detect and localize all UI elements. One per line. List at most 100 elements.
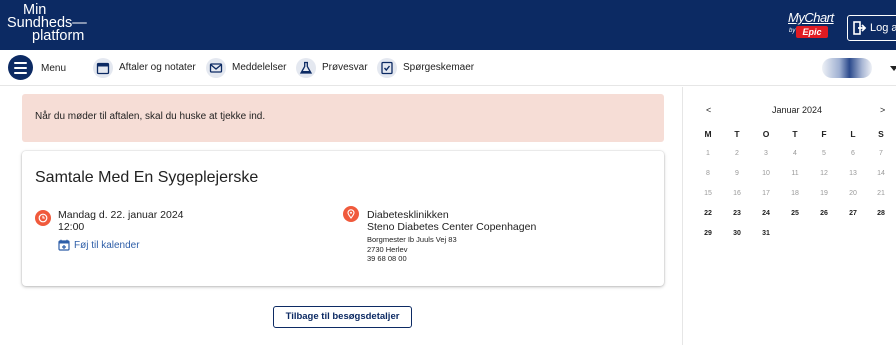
calendar-weekday: O [762,129,770,139]
address-line-2: 2730 Herlev [367,244,408,254]
by-label: by [789,28,796,34]
calendar-week-row: 22 23 24 25 26 27 28 [693,204,896,224]
back-to-visit-details-button[interactable]: Tilbage til besøgsdetaljer [273,306,412,328]
calendar-day[interactable]: 24 [754,204,778,224]
calendar-grid: M T O T F L S 1 2 3 4 5 6 7 8 9 10 11 12 13 14 15 16 17 18 19 20 21… [693,124,896,244]
calendar-day[interactable]: 27 [841,204,865,224]
logout-icon [853,21,867,35]
appointment-datetime: Mandag d. 22. januar 2024 12:00 [58,209,184,233]
calendar-day: 6 [851,150,855,157]
logout-label: Log af [870,22,896,34]
calendar-icon-wrap [93,58,113,78]
department-name: Diabetesklinikken [367,209,449,221]
check-in-alert: Når du møder til aftalen, skal du huske … [22,94,664,142]
calendar-day: 19 [820,190,828,197]
appointment-time: 12:00 [58,221,85,233]
calendar-weekday: L [850,129,856,139]
flask-icon-wrap [296,58,316,78]
appointment-location: Diabetesklinikken Steno Diabetes Center … [367,209,536,264]
envelope-icon [209,63,223,73]
calendar-next-month-button[interactable]: > [880,105,885,115]
calendar-weekday: T [734,129,740,139]
mychart-by-epic-logo: MyChart by Epic [786,8,838,42]
phone-number: 39 68 08 00 [367,254,407,263]
address: Borgmester Ib Juuls Vej 83 2730 Herlev 3… [367,235,536,264]
calendar-prev-month-button[interactable]: < [706,105,711,115]
organization-name: Steno Diabetes Center Copenhagen [367,221,537,233]
hamburger-icon-bar [14,72,27,74]
envelope-icon-wrap [206,58,226,78]
calendar-day: 2 [735,150,739,157]
calendar-day: 10 [762,170,770,177]
calendar-day[interactable]: 22 [696,204,720,224]
checklist-icon-wrap [377,58,397,78]
top-header-bar: Min Sundheds— platform MyChart by Epic L… [0,0,896,50]
nav-item-test-results[interactable]: Prøvesvar [296,58,368,78]
calendar-weekday: F [821,129,827,139]
calendar-day: 9 [735,170,739,177]
hamburger-icon-bar [14,67,27,69]
appointment-card: Samtale Med En Sygeplejerske Mandag d. 2… [22,151,664,286]
appointment-date: Mandag d. 22. januar 2024 [58,209,184,221]
nav-item-messages[interactable]: Meddelelser [206,58,288,78]
clock-icon [35,210,51,226]
calendar-day: 18 [791,190,799,197]
main-content: Når du møder til aftalen, skal du huske … [0,87,682,345]
nav-item-label: Meddelelser [232,62,287,73]
calendar-icon [96,62,110,75]
calendar-week-row: 29 30 31 [693,224,896,244]
calendar-day[interactable]: 25 [783,204,807,224]
nav-item-label: Prøvesvar [322,62,368,73]
calendar-day: 14 [877,170,885,177]
calendar-sidebar: < Januar 2024 > M T O T F L S 1 2 3 4 5 6 7 8 9 10 11 12 13… [682,87,896,345]
calendar-day: 4 [793,150,797,157]
calendar-day: 8 [706,170,710,177]
calendar-day: 11 [791,170,799,177]
calendar-week-row: 1 2 3 4 5 6 7 [693,144,896,164]
calendar-day: 7 [879,150,883,157]
flask-icon [299,61,313,74]
avatar [822,58,872,78]
calendar-day: 3 [764,150,768,157]
location-pin-icon [343,206,359,222]
calendar-week-row: 15 16 17 18 19 20 21 [693,184,896,204]
calendar-day[interactable]: 30 [725,224,749,244]
address-line-1: Borgmester Ib Juuls Vej 83 [367,235,457,244]
calendar-day: 16 [733,190,741,197]
calendar-day[interactable]: 26 [812,204,836,224]
calendar-day[interactable]: 31 [754,224,778,244]
calendar-day: 20 [849,190,857,197]
nav-item-appointments[interactable]: Aftaler og notater [93,58,196,78]
menu-label[interactable]: Menu [41,63,66,74]
calendar-weekday: S [878,129,884,139]
checklist-icon [381,61,393,75]
brand-line-3: platform [32,28,85,44]
account-switcher[interactable] [822,58,896,78]
menu-button[interactable] [8,55,33,80]
calendar-day: 13 [849,170,857,177]
nav-item-label: Aftaler og notater [119,62,196,73]
calendar-day: 15 [704,190,712,197]
brand-logo[interactable]: Min Sundheds— platform [7,3,87,44]
calendar-week-row: 8 9 10 11 12 13 14 [693,164,896,184]
calendar-day: 12 [820,170,828,177]
calendar-day[interactable]: 29 [696,224,720,244]
calendar-day[interactable]: 28 [869,204,893,224]
nav-item-label: Spørgeskemaer [403,62,475,73]
calendar-weekday-row: MTOTFLS [693,124,896,144]
nav-item-questionnaires[interactable]: Spørgeskemaer [377,58,475,78]
calendar-day: 21 [877,190,885,197]
calendar-weekday: M [704,129,712,139]
calendar-day: 17 [762,190,770,197]
calendar-weekday: T [792,129,798,139]
calendar-add-icon [58,239,70,251]
logout-button[interactable]: Log af [847,15,896,41]
add-to-calendar-label: Føj til kalender [74,240,140,251]
appointment-title: Samtale Med En Sygeplejerske [35,169,259,186]
calendar-day: 1 [706,150,710,157]
calendar-day[interactable]: 23 [725,204,749,224]
hamburger-icon [14,62,27,64]
epic-logo: Epic [796,26,828,38]
main-navigation: Menu Aftaler og notater Meddelelser Prøv… [0,50,896,86]
chevron-down-icon [890,66,896,71]
